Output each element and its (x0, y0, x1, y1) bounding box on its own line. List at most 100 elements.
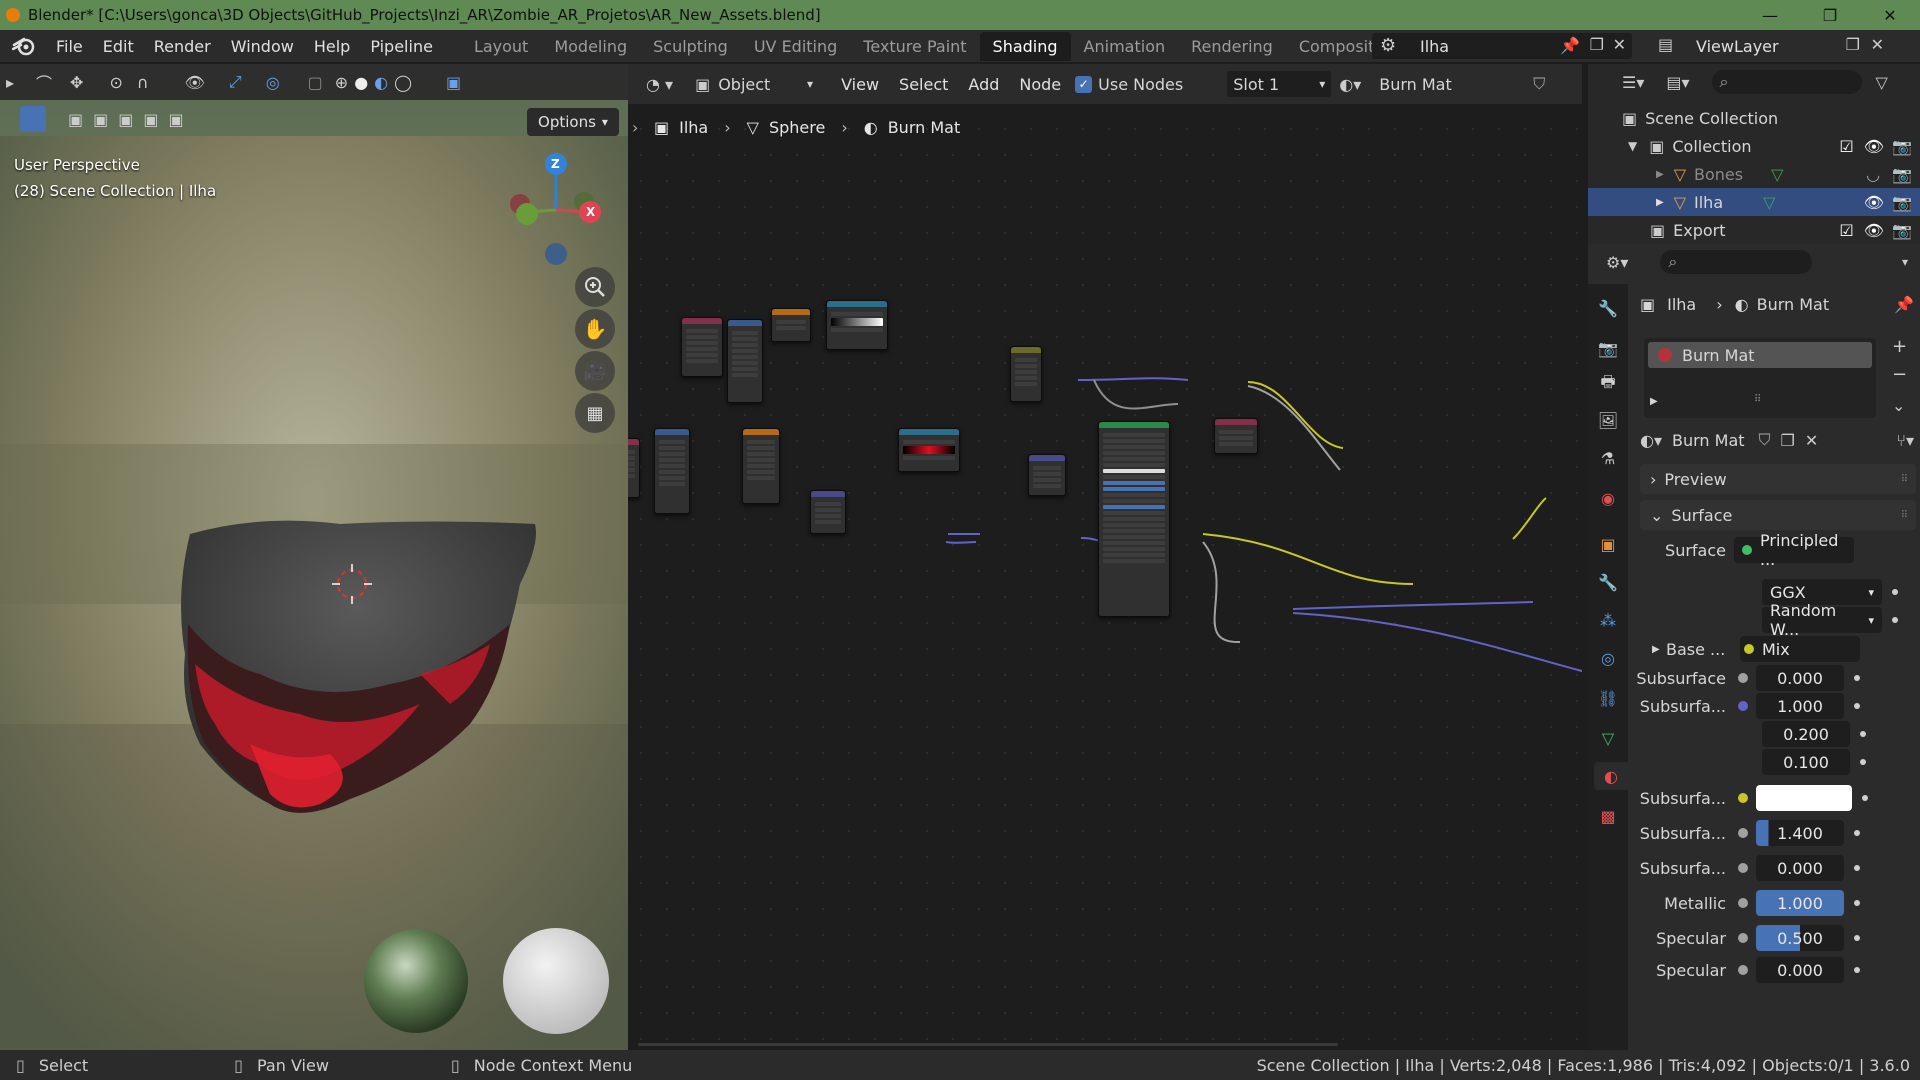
node-gradient-texture[interactable] (771, 308, 811, 342)
transform-icon[interactable]: ✥ (70, 73, 83, 92)
subsurface-method-dropdown[interactable]: Random W... ▾ (1762, 601, 1882, 639)
material-name[interactable]: Burn Mat (1672, 431, 1745, 450)
fake-user-shield-icon[interactable]: ⛉ (1759, 430, 1771, 450)
browse-material-icon[interactable]: ◐▾ (1640, 431, 1662, 450)
unlink-material-icon[interactable]: ✕ (1805, 431, 1818, 450)
camera-render-icon[interactable]: 📷 (1892, 221, 1912, 240)
object-tab-icon[interactable]: ▣ (1594, 530, 1622, 558)
tool-tab-icon[interactable]: 🔧 (1594, 294, 1622, 322)
constraints-tab-icon[interactable]: ⛓ (1594, 684, 1622, 712)
close-icon[interactable]: ✕ (1860, 6, 1920, 25)
slot-specials-chevron-icon[interactable]: ⌄ (1892, 396, 1905, 415)
node-color-ramp-red[interactable] (898, 428, 960, 472)
material-slot-item[interactable]: Burn Mat (1648, 342, 1872, 368)
expand-right-icon[interactable]: ▶ (1650, 396, 1658, 407)
select-intersect-icon[interactable]: ▣ (169, 110, 184, 129)
surface-panel-header[interactable]: ⌄ Surface ⠿ (1640, 500, 1916, 530)
keyframe-dot-icon[interactable] (1892, 617, 1898, 623)
keyframe-dot-icon[interactable] (1862, 795, 1868, 801)
view-layer-tab-icon[interactable]: 🖼 (1594, 406, 1622, 434)
tab-modeling[interactable]: Modeling (541, 32, 640, 61)
subsurface-radius-x[interactable]: 1.000 (1756, 693, 1844, 719)
remove-scene-icon[interactable]: ✕ (1613, 35, 1626, 54)
tab-layout[interactable]: Layout (461, 32, 541, 61)
scene-selector[interactable]: ⚙ Ilha 📌 ❐ ✕ (1372, 33, 1632, 59)
select-new-icon[interactable]: ▣ (68, 110, 83, 129)
subsurface-radius-z[interactable]: 0.100 (1762, 749, 1850, 775)
camera-view-icon[interactable]: 🎥 (575, 351, 615, 391)
material-tab-icon[interactable]: ◐ (1594, 762, 1628, 790)
metallic-slider[interactable]: 1.000 (1756, 890, 1844, 916)
keyframe-dot-icon[interactable] (1854, 967, 1860, 973)
render-tab-icon[interactable]: 📷 (1594, 334, 1622, 362)
node-texture-coordinate[interactable] (681, 317, 723, 377)
drag-handle-icon[interactable]: ⠿ (1754, 394, 1761, 405)
display-mode-icon[interactable]: ▤▾ (1666, 73, 1689, 92)
select-box-icon[interactable] (20, 106, 46, 132)
falloff-icon[interactable]: ∩ (137, 73, 149, 92)
node-texture-coordinate-2[interactable] (628, 438, 640, 498)
tab-shading[interactable]: Shading (979, 31, 1071, 61)
node-editor-scrollbar[interactable] (638, 1043, 1338, 1046)
expand-right-icon[interactable]: ▶ (1656, 169, 1664, 180)
add-slot-icon[interactable]: + (1892, 336, 1907, 357)
gizmo-toggle-icon[interactable]: ⤢ (229, 72, 242, 92)
menu-pipeline[interactable]: Pipeline (360, 37, 443, 56)
preview-panel-header[interactable]: › Preview ⠿ (1640, 464, 1916, 494)
physics-tab-icon[interactable]: ◎ (1594, 644, 1622, 672)
minimize-icon[interactable]: — (1740, 6, 1800, 25)
tab-uv-editing[interactable]: UV Editing (741, 32, 850, 61)
menu-edit[interactable]: Edit (93, 37, 144, 56)
particles-tab-icon[interactable]: ⁂ (1594, 606, 1622, 634)
node-displacement[interactable] (1028, 454, 1066, 496)
keyframe-dot-icon[interactable] (1854, 935, 1860, 941)
xray-icon[interactable]: ▢ (308, 73, 323, 92)
node-principled-bsdf[interactable] (1098, 421, 1170, 617)
pan-hand-icon[interactable]: ✋ (575, 309, 615, 349)
ortho-grid-icon[interactable]: ▦ (575, 393, 615, 433)
zoom-icon[interactable] (575, 267, 615, 307)
eye-icon[interactable]: 👁 (1864, 193, 1884, 212)
keyframe-dot-icon[interactable] (1854, 703, 1860, 709)
node-tree-icon[interactable]: ⑂▾ (1896, 431, 1914, 450)
base-color-link[interactable]: Mix (1740, 636, 1860, 662)
drag-handle-icon[interactable]: ⠿ (1901, 474, 1908, 485)
texture-tab-icon[interactable]: ▩ (1594, 802, 1622, 830)
chevron-down-icon[interactable]: ▾ (1902, 255, 1908, 269)
shading-rendered-icon[interactable]: ◯ (394, 73, 412, 92)
select-subtract-icon[interactable]: ▣ (118, 110, 133, 129)
shading-solid-icon[interactable]: ● (354, 73, 368, 92)
menu-render[interactable]: Render (144, 37, 221, 56)
remove-view-layer-icon[interactable]: ✕ (1871, 35, 1884, 54)
camera-render-icon[interactable]: 📷 (1892, 165, 1912, 184)
keyframe-dot-icon[interactable] (1892, 589, 1898, 595)
outliner-row-bones[interactable]: ▶ ▽ Bones ▽ ◡ 📷 (1588, 160, 1920, 188)
menu-help[interactable]: Help (304, 37, 360, 56)
subsurface-color-swatch[interactable] (1756, 785, 1852, 811)
keyframe-dot-icon[interactable] (1854, 830, 1860, 836)
outliner-row-ilha[interactable]: ▶ ▽ Ilha ▽ 👁 📷 (1588, 188, 1920, 216)
outliner-row-collection[interactable]: ▼ ▣ Collection ☑ 👁 📷 (1588, 132, 1920, 160)
properties-editor-type-icon[interactable]: ⚙▾ (1606, 253, 1628, 272)
specular-tint-field[interactable]: 0.000 (1756, 957, 1844, 983)
duplicate-material-icon[interactable]: ❐ (1781, 431, 1795, 450)
subsurface-field[interactable]: 0.000 (1756, 665, 1844, 691)
lasso-select-icon[interactable]: ⌒ (36, 70, 52, 94)
outliner-row-scene-collection[interactable]: ▣ Scene Collection (1588, 104, 1920, 132)
overlays-icon[interactable]: ◎ (266, 73, 280, 92)
eye-icon[interactable]: 👁 (1864, 221, 1884, 240)
node-mapping[interactable] (727, 319, 763, 403)
shading-material-icon[interactable]: ◐ (374, 73, 388, 92)
scene-tab-icon[interactable]: ⚗ (1594, 444, 1622, 472)
keyframe-dot-icon[interactable] (1854, 865, 1860, 871)
outliner-search-input[interactable]: ⌕ (1711, 70, 1862, 94)
3d-viewport[interactable]: ▸ ⌒ ✥ ⊙ ∩ 👁 ⤢ ◎ ▢ ⊕ ● ◐ ◯ ▣ ▣ ▣ ▣ ▣ ▣ Op… (0, 64, 628, 1050)
material-slot-list[interactable]: Burn Mat ▶ ⠿ (1644, 338, 1876, 418)
node-color-ramp-1[interactable] (826, 300, 888, 350)
hidden-eye-icon[interactable]: ◡ (1866, 165, 1880, 184)
menu-window[interactable]: Window (221, 37, 304, 56)
shading-wireframe-icon[interactable]: ⊕ (335, 73, 348, 92)
expand-down-icon[interactable]: ▼ (1628, 139, 1637, 153)
tab-animation[interactable]: Animation (1071, 32, 1179, 61)
tab-texture-paint[interactable]: Texture Paint (850, 32, 979, 61)
